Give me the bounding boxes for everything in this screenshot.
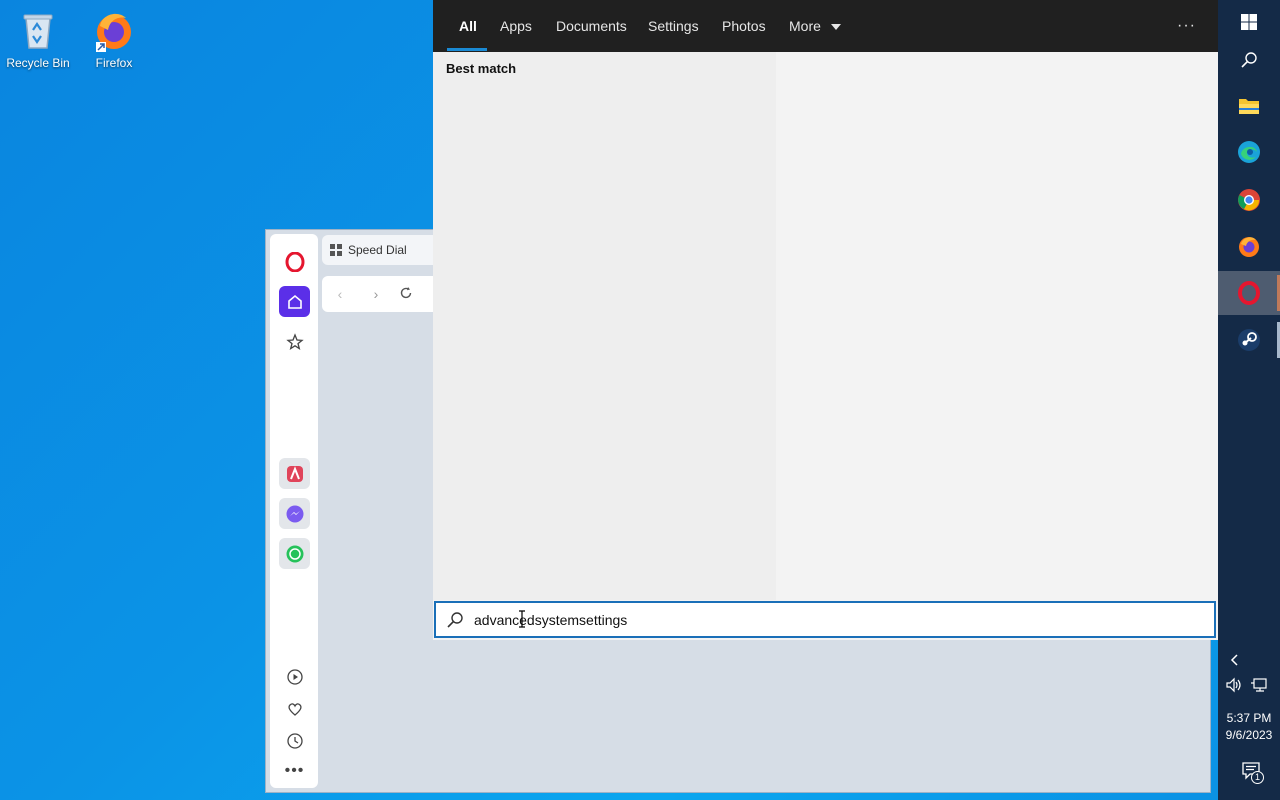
active-tab-indicator: [447, 48, 487, 51]
heart-icon[interactable]: [279, 693, 310, 724]
desktop-icon-recycle-bin[interactable]: Recycle Bin: [2, 8, 74, 70]
tab-documents[interactable]: Documents: [556, 0, 627, 52]
history-icon[interactable]: [279, 725, 310, 756]
desktop-icon-label: Recycle Bin: [6, 56, 70, 70]
desktop-icon-label: Firefox: [95, 56, 133, 70]
star-icon[interactable]: [279, 326, 310, 357]
results-pane: [433, 52, 776, 600]
steam-icon[interactable]: [1218, 318, 1280, 362]
notification-center-icon[interactable]: 1: [1240, 762, 1264, 784]
search-box[interactable]: [434, 601, 1216, 638]
network-icon[interactable]: [1250, 677, 1268, 695]
whatsapp-icon[interactable]: [279, 538, 310, 569]
firefox-icon: [92, 8, 136, 52]
start-search-panel: All Apps Documents Settings Photos More …: [433, 0, 1218, 640]
tab-label: Speed Dial: [348, 243, 407, 257]
home-icon[interactable]: [279, 286, 310, 317]
grid-icon: [330, 244, 342, 256]
tab-all[interactable]: All: [459, 0, 477, 52]
tab-apps[interactable]: Apps: [500, 0, 532, 52]
volume-icon[interactable]: [1225, 677, 1243, 695]
forward-icon[interactable]: ›: [368, 286, 384, 302]
search-icon[interactable]: [1218, 38, 1280, 82]
search-filter-bar: All Apps Documents Settings Photos More …: [433, 0, 1218, 52]
taskbar: 5:37 PM 9/6/2023 1: [1218, 0, 1280, 800]
search-icon: [446, 611, 464, 634]
caret-down-icon: [830, 24, 841, 31]
tab-more[interactable]: More: [789, 0, 841, 52]
chevron-left-icon[interactable]: [1226, 653, 1244, 671]
messenger-icon[interactable]: [279, 498, 310, 529]
recycle-bin-icon: [16, 8, 60, 52]
aria-icon[interactable]: [279, 458, 310, 489]
opera-logo-icon[interactable]: [279, 246, 310, 277]
notification-count-badge: 1: [1251, 771, 1264, 784]
search-input[interactable]: [474, 609, 1174, 631]
reload-icon[interactable]: [398, 286, 414, 302]
tab-more-label: More: [789, 18, 821, 34]
more-icon[interactable]: •••: [279, 755, 310, 786]
player-icon[interactable]: [279, 661, 310, 692]
chrome-icon[interactable]: [1218, 178, 1280, 222]
tab-photos[interactable]: Photos: [722, 0, 766, 52]
system-clock[interactable]: 5:37 PM 9/6/2023: [1218, 710, 1280, 744]
opera-icon[interactable]: [1218, 271, 1280, 315]
clock-date: 9/6/2023: [1225, 728, 1273, 742]
opera-sidebar: •••: [270, 234, 318, 788]
best-match-heading: Best match: [446, 61, 517, 76]
edge-icon[interactable]: [1218, 130, 1280, 174]
firefox-icon[interactable]: [1218, 224, 1280, 268]
desktop-icon-firefox[interactable]: Firefox: [78, 8, 150, 70]
tab-settings[interactable]: Settings: [648, 0, 699, 52]
more-options-button[interactable]: ···: [1177, 0, 1196, 52]
back-icon[interactable]: ‹: [332, 286, 348, 302]
file-explorer-icon[interactable]: [1218, 84, 1280, 128]
text-cursor-icon: [518, 610, 526, 628]
clock-time: 5:37 PM: [1226, 711, 1272, 725]
